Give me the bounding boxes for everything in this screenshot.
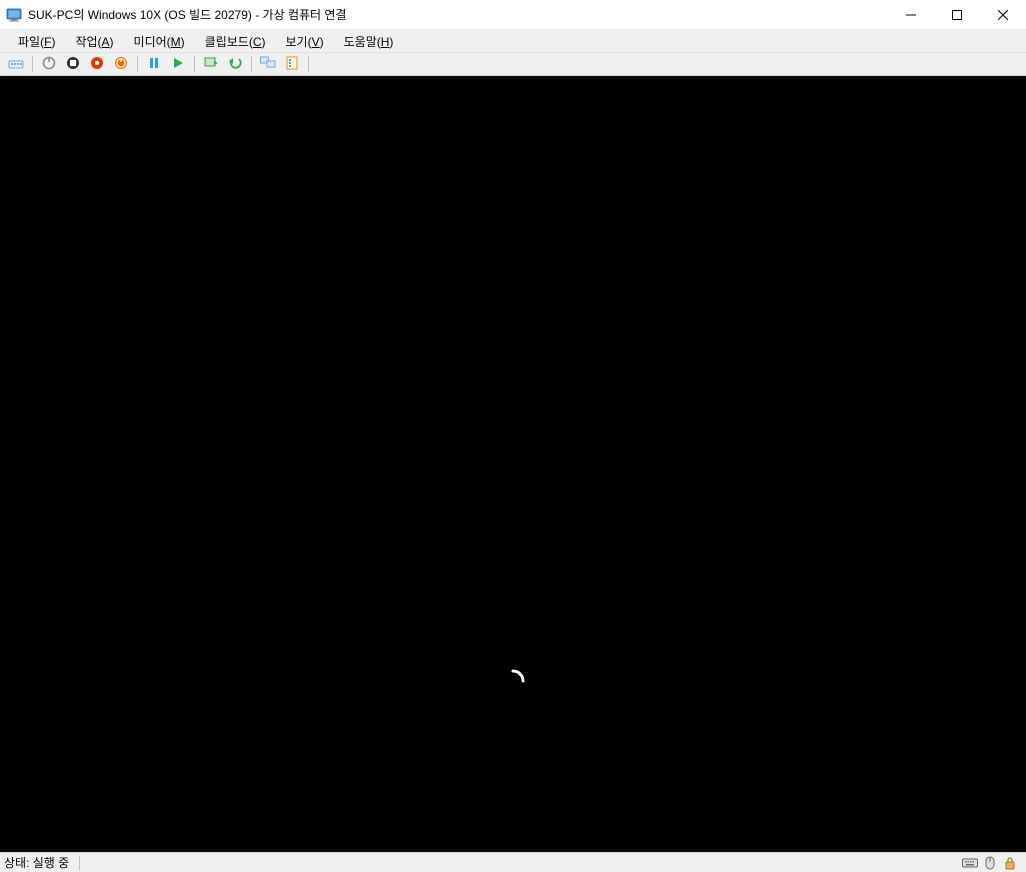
enhanced-session-icon (260, 56, 276, 73)
menu-file[interactable]: 파일(F) (8, 31, 65, 52)
enhanced-session-button[interactable] (257, 54, 279, 74)
loading-spinner (499, 667, 527, 695)
share-button[interactable] (281, 54, 303, 74)
maximize-button[interactable] (934, 0, 980, 29)
statusbar-separator (79, 856, 80, 870)
ctrl-alt-del-icon (8, 56, 24, 73)
start-icon (172, 57, 184, 72)
turn-off-button[interactable] (38, 54, 60, 74)
toolbar-separator (32, 56, 33, 72)
checkpoint-button[interactable] (200, 54, 222, 74)
keyboard-icon (962, 855, 978, 871)
mouse-icon (982, 855, 998, 871)
power-button[interactable] (110, 54, 132, 74)
toolbar-separator (251, 56, 252, 72)
menu-help[interactable]: 도움말(H) (334, 31, 404, 52)
close-button[interactable] (980, 0, 1026, 29)
window-controls (888, 0, 1026, 29)
save-state-icon (90, 56, 104, 73)
toolbar-separator (308, 56, 309, 72)
save-state-button[interactable] (86, 54, 108, 74)
menu-media[interactable]: 미디어(M) (124, 31, 195, 52)
ctrl-alt-del-button[interactable] (5, 54, 27, 74)
pause-icon (148, 57, 160, 72)
lock-icon (1002, 855, 1018, 871)
shut-down-icon (66, 56, 80, 73)
menu-view[interactable]: 보기(V) (276, 31, 334, 52)
turn-off-icon (42, 56, 56, 73)
vm-display[interactable] (0, 76, 1026, 852)
minimize-button[interactable] (888, 0, 934, 29)
toolbar (0, 52, 1026, 76)
toolbar-separator (194, 56, 195, 72)
pause-button[interactable] (143, 54, 165, 74)
power-icon (114, 56, 128, 73)
toolbar-separator (137, 56, 138, 72)
status-text: 상태: 실행 중 (4, 854, 77, 871)
titlebar: SUK-PC의 Windows 10X (OS 빌드 20279) - 가상 컴… (0, 0, 1026, 30)
start-button[interactable] (167, 54, 189, 74)
shut-down-button[interactable] (62, 54, 84, 74)
statusbar: 상태: 실행 중 (0, 852, 1026, 872)
app-icon (6, 7, 22, 23)
checkpoint-icon (204, 56, 218, 73)
share-icon (285, 56, 299, 73)
menubar: 파일(F) 작업(A) 미디어(M) 클립보드(C) 보기(V) 도움말(H) (0, 30, 1026, 52)
window-title: SUK-PC의 Windows 10X (OS 빌드 20279) - 가상 컴… (28, 6, 888, 23)
menu-clipboard[interactable]: 클립보드(C) (195, 31, 276, 52)
revert-button[interactable] (224, 54, 246, 74)
statusbar-icons (962, 855, 1022, 871)
revert-icon (228, 56, 242, 73)
menu-action[interactable]: 작업(A) (65, 31, 123, 52)
